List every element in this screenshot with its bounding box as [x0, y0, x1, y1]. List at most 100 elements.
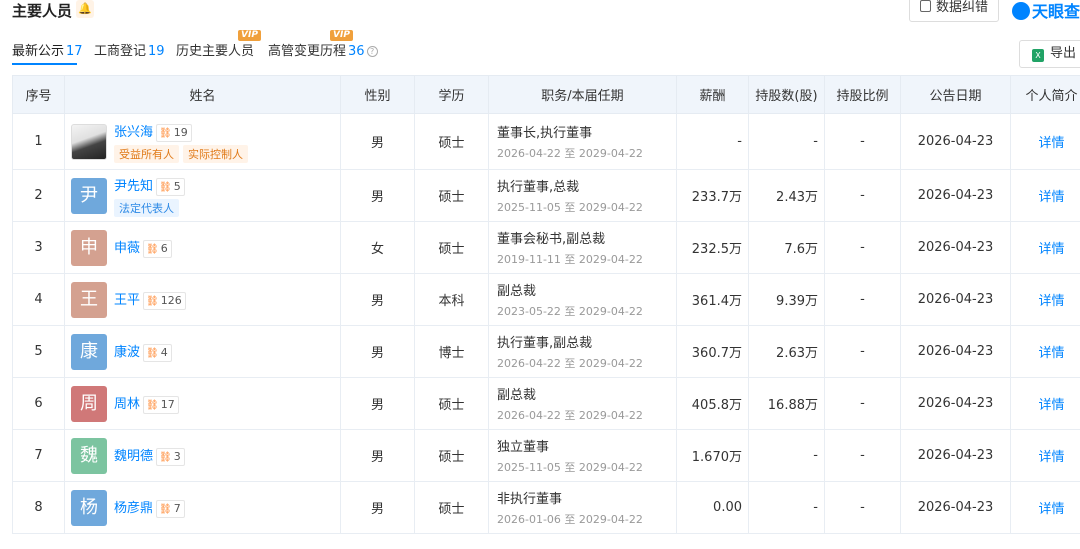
position-term: 2026-04-22 至 2029-04-22 [497, 147, 643, 160]
avatar[interactable]: 尹 [71, 177, 107, 214]
relation-count-badge[interactable]: ⛓ 7 [156, 500, 185, 518]
cell-gender: 女 [340, 221, 415, 274]
position-term: 2026-01-06 至 2029-04-22 [497, 513, 643, 526]
cell-education: 本科 [414, 273, 489, 326]
cell-position: 副总裁 2026-04-22 至 2029-04-22 [488, 377, 677, 430]
name-block: 张兴海 ⛓ 19 受益所有人 实际控制人 [114, 121, 252, 163]
bell-icon[interactable]: 🔔 [76, 0, 94, 18]
cell-shares: 9.39万 [748, 273, 825, 326]
avatar[interactable]: 魏 [71, 437, 107, 474]
relation-count-badge[interactable]: ⛓ 19 [156, 123, 192, 142]
cell-profile: 详情 [1010, 377, 1080, 430]
table-row: 6 周周林 ⛓ 17 男硕士 副总裁 2026-04-22 至 2029-04-22 405.… [12, 377, 1080, 430]
position-title: 副总裁 [497, 284, 537, 299]
table-row: 7 魏魏明德 ⛓ 3 男硕士 独立董事 2025-11-05 至 2029-04-22 1.6… [12, 429, 1080, 482]
relation-count: 7 [173, 502, 181, 515]
cell-education: 硕士 [414, 169, 489, 222]
person-name-link[interactable]: 王平 [114, 293, 140, 308]
tag-group: 受益所有人 实际控制人 [114, 144, 252, 163]
role-tag[interactable]: 实际控制人 [183, 144, 248, 163]
position-title: 副总裁 [497, 388, 537, 403]
data-correction-button[interactable]: 数据纠错 [909, 0, 999, 22]
relation-graph-icon: ⛓ [159, 181, 172, 193]
avatar[interactable]: 康 [71, 333, 107, 370]
person-name-link[interactable]: 尹先知 [114, 179, 153, 194]
cell-name: 王王平 ⛓ 126 [64, 273, 341, 326]
tab-latest-label: 最新公示 [12, 44, 65, 59]
relation-count: 4 [160, 346, 168, 359]
avatar[interactable]: 周 [71, 385, 107, 422]
relation-graph-icon: ⛓ [159, 452, 172, 463]
detail-link[interactable]: 详情 [1038, 502, 1064, 517]
cell-shares: - [748, 113, 825, 170]
vip-badge: VIP [330, 30, 353, 41]
relation-graph-icon: ⛓ [146, 296, 159, 307]
detail-link[interactable]: 详情 [1038, 190, 1064, 205]
detail-link[interactable]: 详情 [1038, 242, 1064, 257]
cell-ratio: - [824, 481, 901, 534]
table-row: 1 张兴海 ⛓ 19 受益所有人 实际控制人男硕士 董事长,执行董事 2026-04-22 至… [12, 113, 1080, 170]
person-name-link[interactable]: 申薇 [114, 241, 140, 256]
legal-rep-tag: 法定代表人 [114, 198, 179, 217]
tianyancha-logo-icon [1012, 2, 1030, 20]
cell-salary: 361.4万 [676, 273, 749, 326]
person-name-link[interactable]: 杨彦鼎 [114, 501, 153, 516]
detail-link[interactable]: 详情 [1038, 294, 1064, 309]
cell-position: 执行董事,副总裁 2026-04-22 至 2029-04-22 [488, 325, 677, 378]
cell-gender: 男 [340, 377, 415, 430]
cell-position: 董事会秘书,副总裁 2019-11-11 至 2029-04-22 [488, 221, 677, 274]
avatar-photo[interactable] [71, 123, 107, 160]
detail-link[interactable]: 详情 [1038, 398, 1064, 413]
cell-education: 硕士 [414, 481, 489, 534]
avatar[interactable]: 申 [71, 229, 107, 266]
relation-count-badge[interactable]: ⛓ 5 [156, 177, 185, 196]
cell-profile: 详情 [1010, 169, 1080, 222]
detail-link[interactable]: 详情 [1038, 450, 1064, 465]
cell-gender: 男 [340, 273, 415, 326]
relation-count-badge[interactable]: ⛓ 17 [143, 396, 179, 414]
detail-link[interactable]: 详情 [1038, 136, 1064, 151]
data-correction-label: 数据纠错 [936, 0, 989, 15]
relation-count-badge[interactable]: ⛓ 126 [143, 292, 186, 310]
tab-history-personnel[interactable]: 历史主要人员 VIP [176, 30, 261, 59]
person-name-link[interactable]: 魏明德 [114, 449, 153, 464]
relation-count-badge[interactable]: ⛓ 6 [143, 240, 172, 258]
avatar[interactable]: 杨 [71, 489, 107, 526]
cell-date: 2026-04-23 [900, 325, 1011, 378]
cell-salary: 232.5万 [676, 221, 749, 274]
role-tag[interactable]: 受益所有人 [114, 144, 179, 163]
person-name-link[interactable]: 康波 [114, 345, 140, 360]
person-name-link[interactable]: 周林 [114, 397, 140, 412]
tab-executive-changes-count: 36 [348, 44, 365, 59]
tag-group: 法定代表人 [114, 198, 185, 217]
tab-latest[interactable]: 最新公示 17 [12, 40, 83, 59]
cell-date: 2026-04-23 [900, 273, 1011, 326]
cell-profile: 详情 [1010, 221, 1080, 274]
cell-education: 硕士 [414, 113, 489, 170]
tab-registration[interactable]: 工商登记 19 [94, 40, 165, 59]
cell-date: 2026-04-23 [900, 429, 1011, 482]
relation-count-badge[interactable]: ⛓ 3 [156, 448, 185, 466]
person-name-link[interactable]: 张兴海 [114, 125, 153, 140]
detail-link[interactable]: 详情 [1038, 346, 1064, 361]
tab-executive-changes[interactable]: 高管变更历程 36? VIP [268, 30, 378, 59]
cell-position: 董事长,执行董事 2026-04-22 至 2029-04-22 [488, 113, 677, 170]
cell-shares: 7.6万 [748, 221, 825, 274]
avatar[interactable]: 王 [71, 281, 107, 318]
relation-count-badge[interactable]: ⛓ 4 [143, 344, 172, 362]
cell-no: 6 [12, 377, 65, 430]
col-header-shares: 持股数(股) [748, 75, 825, 114]
cell-profile: 详情 [1010, 429, 1080, 482]
relation-count: 126 [160, 294, 182, 307]
cell-profile: 详情 [1010, 325, 1080, 378]
position-term: 2025-11-05 至 2029-04-22 [497, 201, 643, 214]
position-title: 非执行董事 [497, 492, 563, 507]
cell-no: 3 [12, 221, 65, 274]
col-header-education: 学历 [414, 75, 489, 114]
help-icon[interactable]: ? [366, 46, 378, 57]
export-button[interactable]: X 导出 [1019, 40, 1080, 68]
cell-position: 非执行董事 2026-01-06 至 2029-04-22 [488, 481, 677, 534]
cell-gender: 男 [340, 169, 415, 222]
cell-ratio: - [824, 273, 901, 326]
name-block: 尹先知 ⛓ 5 法定代表人 [114, 175, 185, 217]
